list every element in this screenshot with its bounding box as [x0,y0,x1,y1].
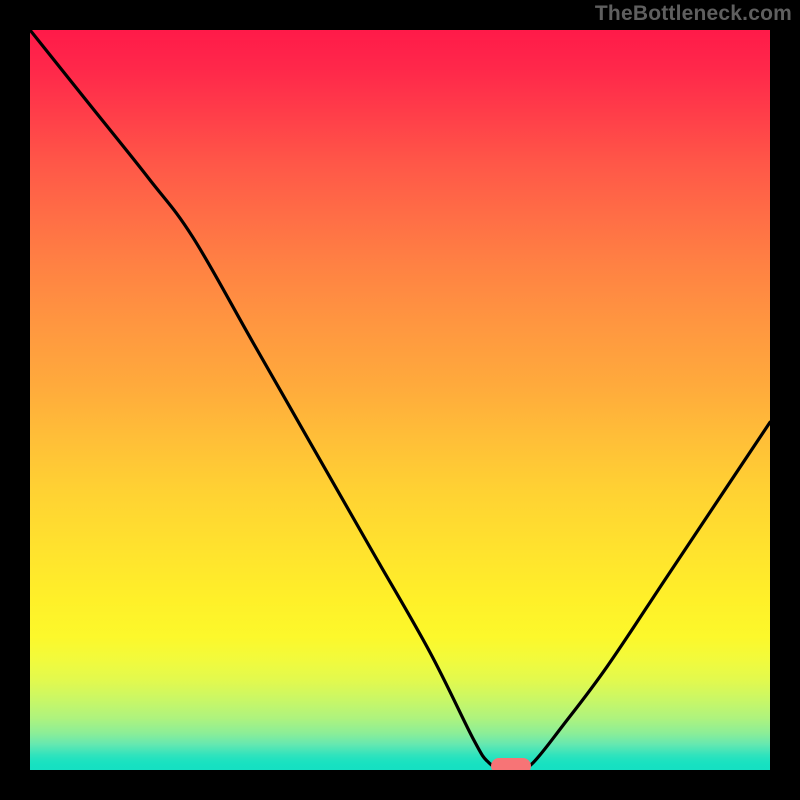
attribution-label: TheBottleneck.com [595,2,792,26]
curve-path [30,30,770,770]
optimum-marker [491,758,531,770]
chart-frame: TheBottleneck.com [0,0,800,800]
curve-svg [30,30,770,770]
plot-area [30,30,770,770]
